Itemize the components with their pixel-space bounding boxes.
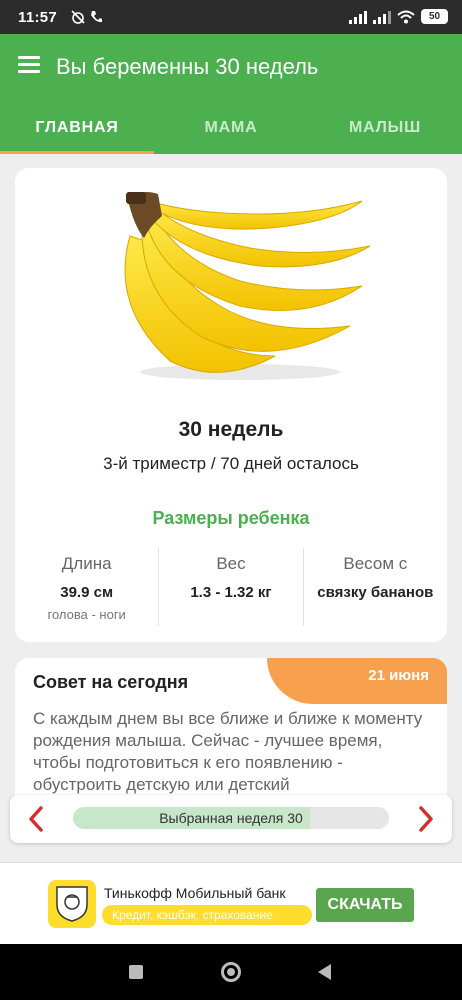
trimester-text: 3-й триместр / 70 дней осталось — [103, 454, 359, 473]
stat-weight: Вес 1.3 - 1.32 кг — [158, 548, 302, 626]
week-title: 30 недель — [178, 418, 284, 441]
stat-comparison: Весом с связку бананов — [302, 548, 447, 626]
banana-image — [124, 192, 370, 380]
wifi-icon — [397, 10, 415, 23]
system-nav-bar — [0, 944, 462, 1000]
download-button[interactable]: СКАЧАТЬ — [316, 888, 414, 922]
next-week-button[interactable] — [414, 805, 438, 833]
status-bar: 11:57 50 — [0, 0, 462, 34]
ad-title: Тинькофф Мобильный банк — [104, 885, 286, 901]
back-icon[interactable] — [318, 964, 331, 980]
week-card: 30 недель 3-й триместр / 70 дней осталос… — [15, 168, 447, 642]
stat-value: связку бананов — [317, 584, 434, 601]
tinkoff-logo-icon — [48, 880, 96, 928]
signal-icon — [349, 10, 367, 24]
status-time: 11:57 — [18, 9, 58, 26]
signal-2-icon — [373, 10, 391, 24]
tab-baby[interactable]: МАЛЫШ — [308, 119, 462, 137]
week-progress-bar[interactable]: Выбранная неделя 30 — [73, 807, 389, 829]
tab-main[interactable]: ГЛАВНАЯ — [0, 119, 154, 137]
previous-week-button[interactable] — [24, 805, 48, 833]
page-title: Вы беременны 30 недель — [56, 54, 319, 79]
stat-length: Длина 39.9 см голова - ноги — [15, 548, 158, 626]
ad-subtitle: Кредит, кэшбэк, страхование — [102, 905, 312, 925]
status-system-icons: 50 — [349, 9, 448, 24]
alarm-off-icon — [71, 10, 85, 24]
tip-title: Совет на сегодня — [33, 672, 189, 692]
stat-value: 1.3 - 1.32 кг — [190, 584, 272, 601]
tip-text: С каждым днем вы все ближе и ближе к мом… — [33, 709, 423, 794]
battery-icon: 50 — [421, 9, 448, 24]
tab-mom[interactable]: МАМА — [154, 119, 308, 137]
home-icon[interactable] — [221, 962, 241, 982]
selected-week-label: Выбранная неделя 30 — [159, 810, 303, 826]
week-selector: Выбранная неделя 30 — [10, 795, 452, 843]
stat-label: Весом с — [343, 554, 408, 573]
stat-sub: голова - ноги — [47, 607, 126, 622]
call-icon — [90, 11, 102, 23]
stat-value: 39.9 см — [60, 584, 114, 601]
app-bar: Вы беременны 30 недель ГЛАВНАЯ МАМА МАЛЫ… — [0, 34, 462, 154]
stat-label: Длина — [61, 554, 112, 573]
status-notification-icons — [70, 10, 102, 27]
sizes-title: Размеры ребенка — [152, 508, 310, 528]
tip-date-badge: 21 июня — [267, 658, 447, 704]
menu-icon[interactable] — [18, 56, 40, 74]
tip-card[interactable]: 21 июня Совет на сегодня С каждым днем в… — [15, 658, 447, 808]
baby-size-stats: Длина 39.9 см голова - ноги Вес 1.3 - 1.… — [15, 548, 447, 626]
ad-banner[interactable]: Тинькофф Мобильный банк Кредит, кэшбэк, … — [0, 862, 462, 944]
stat-label: Вес — [216, 554, 246, 573]
tab-indicator — [0, 151, 154, 154]
recent-apps-icon[interactable] — [129, 965, 143, 979]
